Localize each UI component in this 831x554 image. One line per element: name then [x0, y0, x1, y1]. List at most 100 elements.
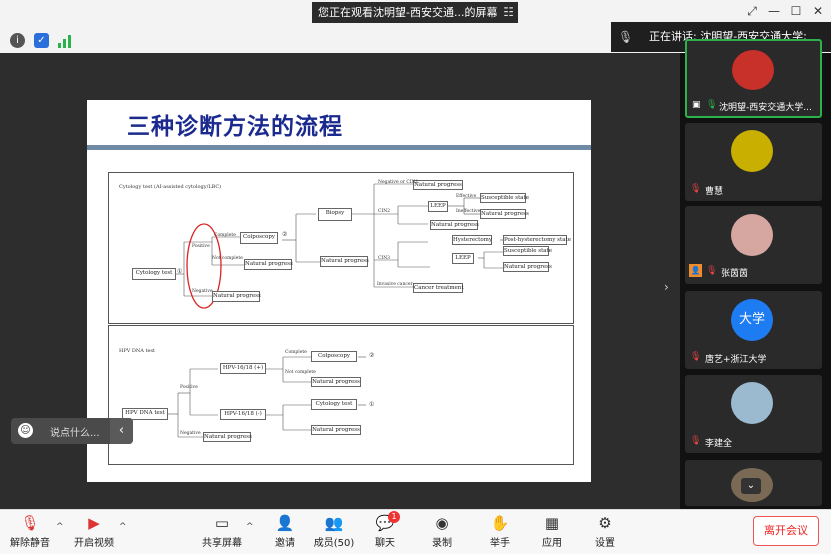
node-natural-progress-3: Natural progress: [320, 256, 369, 267]
avatar: [732, 50, 774, 90]
share-screen-button[interactable]: ▭ 共享屏幕: [192, 509, 252, 554]
participant-tile-5[interactable]: 🎙 李建全: [685, 375, 822, 453]
user-icon: 👤: [689, 264, 702, 277]
label-hpv-not-complete: Not complete: [285, 370, 316, 375]
minimize-icon[interactable]: —: [764, 4, 784, 18]
label-positive: Positive: [192, 244, 210, 249]
label-effective: Effective: [456, 194, 477, 199]
chevron-right-icon[interactable]: ›: [664, 280, 669, 294]
mic-off-icon: 🎙: [690, 352, 702, 362]
label-hpv-negative: Negative: [180, 431, 201, 436]
node-natural-progress-6: Natural progress: [430, 220, 479, 230]
diagram-hpv-connectors: [168, 356, 366, 438]
participant-tile-1[interactable]: ▣ 🎙 沈明望-西安交通大学...: [685, 39, 822, 118]
label-hpv-num1: ①: [369, 401, 375, 408]
node-colposcopy: Colposcopy: [240, 232, 278, 244]
unmute-button[interactable]: 🎙 解除静音: [0, 509, 60, 554]
avatar: [731, 214, 773, 256]
label-hpv-positive: Positive: [180, 385, 198, 390]
node-susceptible-1: Susceptible state: [480, 193, 530, 203]
mic-off-icon: 🎙: [706, 266, 718, 276]
node-hpv1618-negative: HPV-16/18 (-): [220, 409, 266, 420]
node-post-hysterectomy: Post-hysterectomy state: [503, 235, 571, 245]
node-cytology-test: Cytology test: [132, 268, 176, 280]
signal-icon[interactable]: [58, 33, 72, 52]
label-num2: ②: [282, 231, 288, 238]
node-biopsy: Biopsy: [318, 208, 352, 221]
label-not-complete: Not complete: [212, 256, 243, 261]
label-cin2: CIN2: [378, 209, 391, 214]
node-natural-progress-4: Natural progress: [413, 180, 463, 190]
node-natural-progress-2: Natural progress: [212, 291, 261, 302]
label-hpv-complete: Complete: [285, 350, 307, 355]
chat-badge: 1: [388, 511, 400, 523]
chevron-down-icon[interactable]: ⌄: [741, 478, 761, 494]
label-negative: Negative: [192, 289, 213, 294]
node-hpv-natural-progress-2: Natural progress: [311, 377, 361, 387]
chevron-left-icon[interactable]: ‹: [110, 418, 133, 444]
label-complete: Complete: [214, 233, 236, 238]
avatar: [731, 382, 773, 424]
participant-name: 张茵茵: [721, 269, 749, 279]
node-cancer-treatment: Cancer treatment: [413, 283, 464, 293]
node-natural-progress-5: Natural progress: [480, 209, 529, 219]
add-user-icon: 👤: [275, 514, 295, 532]
share-options-caret[interactable]: ^: [246, 522, 254, 532]
info-icon[interactable]: i: [10, 33, 25, 48]
record-icon: ◉: [435, 514, 449, 532]
share-banner-text: 您正在观看沈明望-西安交通...的屏幕: [318, 6, 498, 19]
node-natural-progress-7: Natural progress: [503, 262, 552, 272]
participant-name: 曹慧: [705, 187, 724, 197]
menu-icon[interactable]: ☷: [503, 2, 514, 23]
node-hpv-cytology: Cytology test: [311, 399, 357, 410]
participant-tile-2[interactable]: 🎙 曹慧: [685, 123, 822, 201]
mic-off-icon: 🎙: [690, 436, 702, 446]
label-cin3: CIN3: [378, 256, 391, 261]
participant-tile-3[interactable]: 👤 🎙 张茵茵: [685, 206, 822, 284]
start-video-button[interactable]: ▶ 开启视频: [64, 509, 124, 554]
participant-name: 李建全: [705, 439, 733, 449]
leave-meeting-button[interactable]: 离开会议: [753, 516, 819, 546]
raise-hand-button[interactable]: ✋ 举手: [470, 509, 530, 554]
share-banner[interactable]: 您正在观看沈明望-西安交通...的屏幕 ☷: [312, 2, 518, 23]
mic-off-icon: 🎙: [20, 514, 40, 532]
gear-icon: ⚙: [598, 514, 612, 532]
node-hysterectomy: Hysterectomy: [452, 235, 492, 245]
shield-icon[interactable]: ✓: [34, 33, 49, 48]
users-icon: 👥: [324, 514, 344, 532]
mic-off-icon: 🎙: [690, 184, 702, 194]
hand-icon: ✋: [490, 514, 510, 532]
participant-name: 沈明望-西安交通大学...: [719, 103, 812, 113]
participant-tile-6[interactable]: ⌄: [685, 460, 822, 506]
avatar: [731, 130, 773, 172]
label-cin1: Negative or CIN1: [378, 180, 419, 185]
share-screen-icon: ▭: [214, 514, 230, 532]
node-hpv-natural-progress-3: Natural progress: [311, 425, 361, 435]
video-off-icon: ▶: [88, 514, 100, 532]
participant-tile-4[interactable]: 大学 🎙 唐艺+浙江大学: [685, 291, 822, 369]
emoji-icon[interactable]: ☺: [18, 423, 33, 438]
node-hpv-natural-progress-1: Natural progress: [203, 432, 252, 442]
mic-icon: 🎙: [706, 100, 718, 110]
fullscreen-icon[interactable]: ⤢: [742, 4, 762, 19]
chat-placeholder[interactable]: 说点什么...: [50, 424, 100, 439]
chat-button[interactable]: 💬 聊天: [355, 509, 415, 554]
label-invasive: Invasive cancer: [377, 282, 413, 287]
apps-button[interactable]: ▦ 应用: [522, 509, 582, 554]
video-options-caret[interactable]: ^: [119, 522, 127, 532]
node-leep-1: LEEP: [428, 201, 448, 212]
node-susceptible-2: Susceptible state: [503, 246, 553, 256]
settings-button[interactable]: ⚙ 设置: [575, 509, 635, 554]
node-natural-progress-1: Natural progress: [244, 259, 293, 270]
label-num1: ①: [177, 268, 183, 275]
node-hpv1618-positive: HPV-16/18 (+): [220, 363, 266, 374]
avatar: 大学: [731, 299, 773, 341]
record-button[interactable]: ◉ 录制: [412, 509, 472, 554]
close-icon[interactable]: ✕: [808, 4, 828, 18]
mute-options-caret[interactable]: ^: [56, 522, 64, 532]
participant-name: 唐艺+浙江大学: [705, 355, 767, 365]
slide-title: 三种诊断方法的流程: [127, 114, 343, 140]
maximize-icon[interactable]: ☐: [786, 4, 806, 18]
screen-share-icon: ▣: [692, 100, 701, 110]
node-leep-2: LEEP: [452, 253, 474, 264]
